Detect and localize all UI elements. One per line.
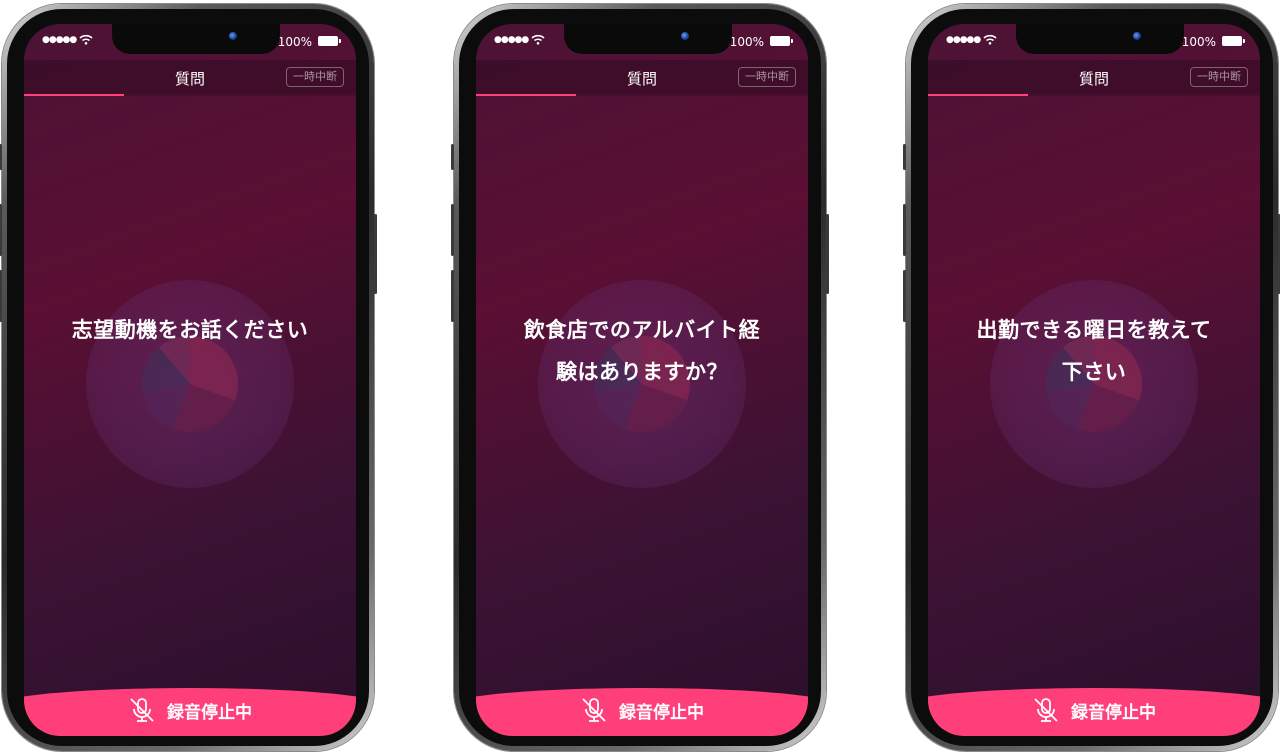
record-status[interactable]: 録音停止中	[476, 696, 808, 724]
mute-switch	[903, 144, 906, 170]
header-bar: 質問 一時中断	[24, 60, 356, 94]
battery-percent: 100%	[277, 35, 312, 49]
header-bar: 質問 一時中断	[928, 60, 1260, 94]
progress-fill	[928, 94, 1028, 96]
wifi-icon	[983, 34, 997, 45]
battery-icon	[770, 36, 793, 46]
phone-mockup-2: ●●●●● 100% 質問 一時中断 飲食店でのアルバイト経験はありますか？ 録…	[451, 4, 829, 751]
app-screen: ●●●●● 100% 質問 一時中断 志望動機をお話ください 録音停止中	[24, 24, 356, 736]
phone-mockup-3: ●●●●● 100% 質問 一時中断 出勤できる曜日を教えて下さい 録音停止中	[903, 4, 1280, 751]
pause-button[interactable]: 一時中断	[738, 67, 796, 87]
mic-off-icon	[582, 698, 606, 722]
battery-percent: 100%	[1181, 35, 1216, 49]
question-text: 飲食店でのアルバイト経験はありますか？	[523, 318, 761, 384]
progress-fill	[24, 94, 124, 96]
record-status-label: 録音停止中	[619, 702, 705, 723]
mic-off-icon	[1034, 698, 1058, 722]
volume-down-button	[451, 270, 454, 322]
volume-down-button	[0, 270, 2, 322]
battery-percent: 100%	[729, 35, 764, 49]
volume-up-button	[451, 204, 454, 256]
volume-down-button	[903, 270, 906, 322]
power-button	[826, 214, 829, 294]
power-button	[374, 214, 377, 294]
camera-icon	[229, 32, 237, 40]
signal-icon: ●●●●●	[946, 35, 981, 45]
progress-bar	[476, 94, 808, 96]
wifi-icon	[79, 34, 93, 45]
record-status[interactable]: 録音停止中	[24, 696, 356, 724]
question-text: 出勤できる曜日を教えて下さい	[976, 318, 1212, 384]
notch	[1016, 24, 1184, 54]
record-status-label: 録音停止中	[1071, 702, 1157, 723]
mute-switch	[0, 144, 2, 170]
progress-bar	[24, 94, 356, 96]
mic-off-icon	[130, 698, 154, 722]
header-bar: 質問 一時中断	[476, 60, 808, 94]
mute-switch	[451, 144, 454, 170]
question-text: 志望動機をお話ください	[71, 318, 309, 342]
battery-icon	[318, 36, 341, 46]
phone-mockup-1: ●●●●● 100% 質問 一時中断 志望動機をお話ください 録音停止中	[0, 4, 377, 751]
volume-up-button	[0, 204, 2, 256]
camera-icon	[681, 32, 689, 40]
progress-bar	[928, 94, 1260, 96]
notch	[112, 24, 280, 54]
volume-up-button	[903, 204, 906, 256]
signal-icon: ●●●●●	[494, 35, 529, 45]
pause-button[interactable]: 一時中断	[286, 67, 344, 87]
app-screen: ●●●●● 100% 質問 一時中断 飲食店でのアルバイト経験はありますか？ 録…	[476, 24, 808, 736]
camera-icon	[1133, 32, 1141, 40]
progress-fill	[476, 94, 576, 96]
record-status[interactable]: 録音停止中	[928, 696, 1260, 724]
record-status-label: 録音停止中	[167, 702, 253, 723]
signal-icon: ●●●●●	[42, 35, 77, 45]
app-screen: ●●●●● 100% 質問 一時中断 出勤できる曜日を教えて下さい 録音停止中	[928, 24, 1260, 736]
pause-button[interactable]: 一時中断	[1190, 67, 1248, 87]
notch	[564, 24, 732, 54]
battery-icon	[1222, 36, 1245, 46]
wifi-icon	[531, 34, 545, 45]
